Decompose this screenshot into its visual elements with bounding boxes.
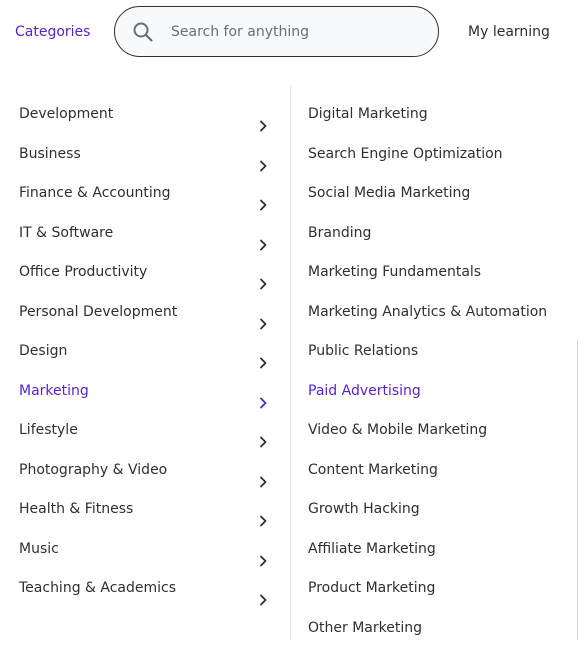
- category-item-label: Development: [19, 95, 113, 135]
- subcategory-item[interactable]: Public Relations: [291, 332, 577, 372]
- subcategory-item[interactable]: Branding: [291, 214, 577, 254]
- subcategory-item[interactable]: Paid Advertising: [291, 372, 577, 412]
- category-item[interactable]: IT & Software: [0, 214, 290, 254]
- scrollbar-edge[interactable]: [577, 340, 578, 640]
- subcategory-item[interactable]: Product Marketing: [291, 569, 577, 609]
- category-item[interactable]: Design: [0, 332, 290, 372]
- category-item[interactable]: Finance & Accounting: [0, 174, 290, 214]
- subcategory-item[interactable]: Search Engine Optimization: [291, 135, 577, 175]
- categories-menu-button[interactable]: Categories: [15, 23, 90, 41]
- subcategory-item-label: Paid Advertising: [308, 372, 421, 412]
- subcategory-item[interactable]: Growth Hacking: [291, 490, 577, 530]
- subcategory-item-label: Affiliate Marketing: [308, 530, 436, 570]
- category-item[interactable]: Office Productivity: [0, 253, 290, 293]
- subcategory-item-label: Marketing Analytics & Automation: [308, 293, 547, 333]
- subcategory-item-label: Social Media Marketing: [308, 174, 470, 214]
- my-learning-link[interactable]: My learning: [468, 23, 550, 41]
- category-item-label: Music: [19, 530, 59, 570]
- subcategory-item[interactable]: Affiliate Marketing: [291, 530, 577, 570]
- chevron-right-icon: [258, 307, 268, 319]
- subcategory-item-label: Content Marketing: [308, 451, 438, 491]
- subcategory-item[interactable]: Content Marketing: [291, 451, 577, 491]
- category-item-label: IT & Software: [19, 214, 113, 254]
- category-item-label: Finance & Accounting: [19, 174, 171, 214]
- category-item-label: Photography & Video: [19, 451, 167, 491]
- category-item[interactable]: Lifestyle: [0, 411, 290, 451]
- search-icon[interactable]: [132, 21, 154, 43]
- category-menu: DevelopmentBusinessFinance & AccountingI…: [0, 95, 290, 609]
- chevron-right-icon: [258, 425, 268, 437]
- category-item[interactable]: Development: [0, 95, 290, 135]
- subcategory-item[interactable]: Marketing Analytics & Automation: [291, 293, 577, 333]
- chevron-right-icon: [258, 267, 268, 279]
- category-item-label: Lifestyle: [19, 411, 78, 451]
- category-item-label: Design: [19, 332, 67, 372]
- subcategory-item[interactable]: Social Media Marketing: [291, 174, 577, 214]
- subcategory-item[interactable]: Other Marketing: [291, 609, 577, 648]
- subcategory-item[interactable]: Digital Marketing: [291, 95, 577, 135]
- chevron-right-icon: [258, 109, 268, 121]
- subcategory-menu: Digital MarketingSearch Engine Optimizat…: [291, 95, 577, 648]
- category-item-label: Business: [19, 135, 81, 175]
- category-item-label: Health & Fitness: [19, 490, 133, 530]
- category-item-label: Teaching & Academics: [19, 569, 176, 609]
- subcategory-item-label: Video & Mobile Marketing: [308, 411, 487, 451]
- category-item-label: Personal Development: [19, 293, 177, 333]
- subcategory-item[interactable]: Marketing Fundamentals: [291, 253, 577, 293]
- chevron-right-icon: [258, 544, 268, 556]
- subcategory-item-label: Search Engine Optimization: [308, 135, 503, 175]
- category-item[interactable]: Marketing: [0, 372, 290, 412]
- category-item[interactable]: Music: [0, 530, 290, 570]
- subcategory-item-label: Growth Hacking: [308, 490, 420, 530]
- category-item[interactable]: Teaching & Academics: [0, 569, 290, 609]
- header-bar: Categories My learning: [0, 0, 579, 66]
- subcategory-item-label: Public Relations: [308, 332, 418, 372]
- subcategory-item-label: Marketing Fundamentals: [308, 253, 481, 293]
- chevron-right-icon: [258, 346, 268, 358]
- chevron-right-icon: [258, 228, 268, 240]
- chevron-right-icon: [258, 504, 268, 516]
- search-bar[interactable]: [114, 6, 439, 57]
- subcategory-item[interactable]: Video & Mobile Marketing: [291, 411, 577, 451]
- chevron-right-icon: [258, 465, 268, 477]
- chevron-right-icon: [258, 149, 268, 161]
- category-item[interactable]: Photography & Video: [0, 451, 290, 491]
- search-input[interactable]: [171, 19, 421, 45]
- subcategory-item-label: Digital Marketing: [308, 95, 428, 135]
- chevron-right-icon: [258, 188, 268, 200]
- subcategory-item-label: Other Marketing: [308, 609, 422, 648]
- category-item[interactable]: Personal Development: [0, 293, 290, 333]
- category-item-label: Office Productivity: [19, 253, 147, 293]
- category-item-label: Marketing: [19, 372, 89, 412]
- chevron-right-icon: [258, 583, 268, 595]
- category-item[interactable]: Business: [0, 135, 290, 175]
- category-item[interactable]: Health & Fitness: [0, 490, 290, 530]
- subcategory-item-label: Branding: [308, 214, 371, 254]
- chevron-right-icon: [258, 386, 268, 398]
- subcategory-item-label: Product Marketing: [308, 569, 435, 609]
